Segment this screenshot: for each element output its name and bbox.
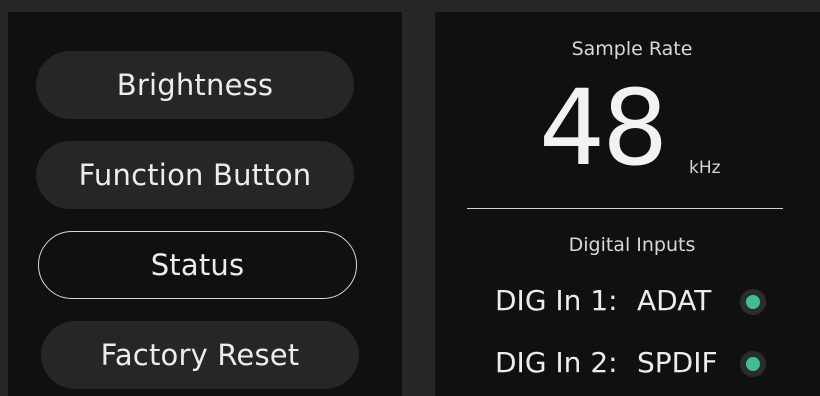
divider — [467, 208, 783, 209]
function-button-button[interactable]: Function Button — [36, 141, 354, 209]
green-led-icon — [740, 289, 766, 315]
dig-in-1-value: ADAT — [637, 284, 712, 317]
green-led-icon — [740, 351, 766, 377]
dig-in-1-label: DIG In 1: — [495, 284, 618, 317]
settings-menu-panel: Brightness Function Button Status Factor… — [8, 12, 402, 396]
sample-rate-label: Sample Rate — [571, 38, 693, 60]
brightness-button[interactable]: Brightness — [36, 51, 354, 119]
status-panel: Sample Rate 48 kHz Digital Inputs DIG In… — [435, 12, 820, 396]
sample-rate-value: 48 — [539, 67, 668, 189]
factory-reset-button[interactable]: Factory Reset — [41, 321, 359, 389]
dig-in-2-value: SPDIF — [637, 346, 718, 379]
digital-inputs-label: Digital Inputs — [568, 234, 696, 256]
dig-in-2-label: DIG In 2: — [495, 346, 618, 379]
status-button[interactable]: Status — [38, 231, 357, 299]
sample-rate-unit: kHz — [689, 158, 721, 178]
